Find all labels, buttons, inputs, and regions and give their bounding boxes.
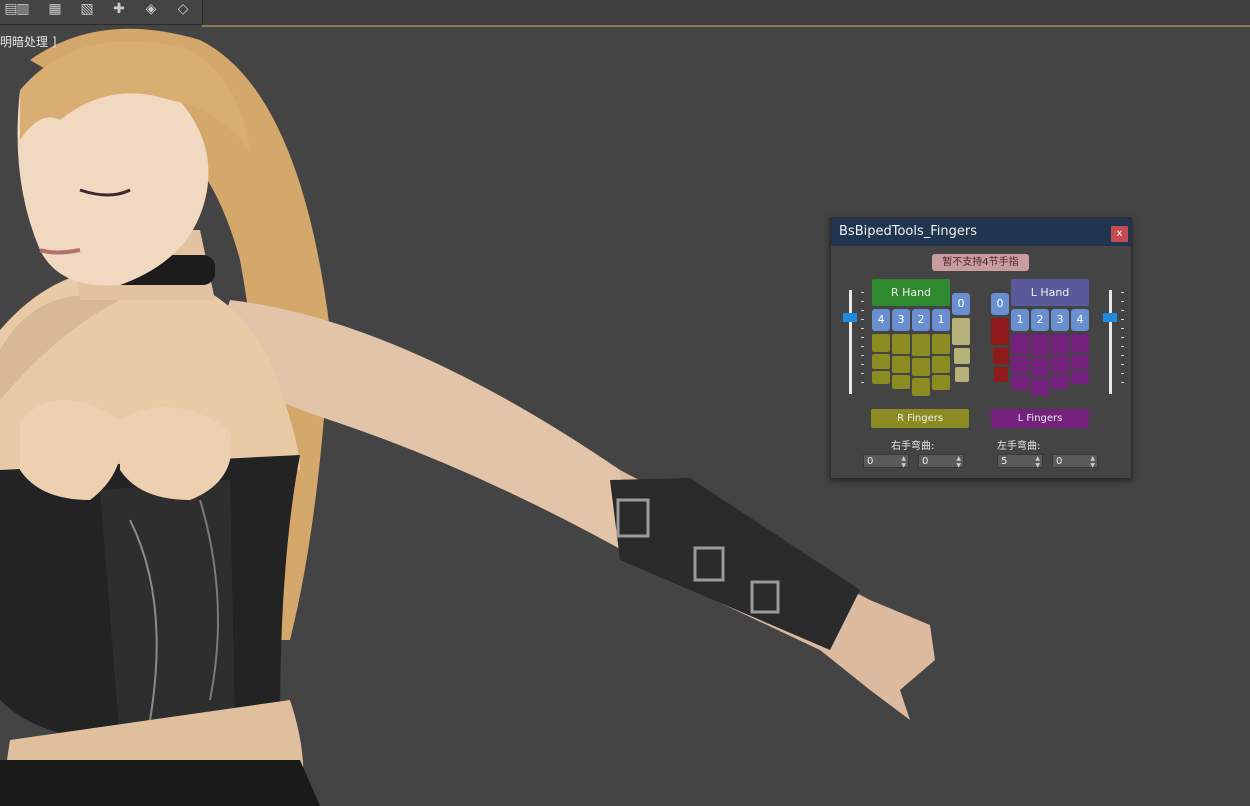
l-finger-4-seg-2[interactable]	[1071, 354, 1089, 369]
l-bend-spinner-1-value[interactable]: 5	[1001, 456, 1007, 467]
r-thumb-seg-3[interactable]	[955, 367, 969, 382]
l-hand-slider-track[interactable]	[1109, 290, 1112, 394]
r-finger-4-button[interactable]: 4	[872, 309, 890, 331]
l-finger-1-seg-3[interactable]	[1011, 375, 1029, 390]
notice-button[interactable]: 暂不支持4节手指	[932, 254, 1029, 271]
r-finger-1-seg-1[interactable]	[932, 334, 950, 354]
r-bend-spinner-1-value[interactable]: 0	[867, 456, 873, 467]
l-thumb-seg-2[interactable]	[993, 348, 1009, 364]
spinner-arrows-icon[interactable]: ▲ ▼	[1090, 455, 1095, 469]
r-finger-2-seg-2[interactable]	[912, 358, 930, 376]
l-hand-bend-label: 左手弯曲:	[997, 441, 1041, 452]
r-finger-2-seg-3[interactable]	[912, 378, 930, 396]
l-finger-2-seg-2[interactable]	[1031, 358, 1049, 376]
r-finger-2-seg-1[interactable]	[912, 334, 930, 356]
r-bend-spinner-2-value[interactable]: 0	[922, 456, 928, 467]
l-bend-spinner-2-value[interactable]: 0	[1056, 456, 1062, 467]
spinner-arrows-icon[interactable]: ▲ ▼	[901, 455, 906, 469]
r-thumb-seg-1[interactable]	[952, 318, 970, 345]
r-hand-slider-track[interactable]	[849, 290, 852, 394]
l-thumb-seg-3[interactable]	[994, 367, 1008, 382]
r-finger-3-seg-3[interactable]	[892, 375, 910, 389]
r-hand-slider-ticks	[861, 292, 865, 392]
spinner-arrows-icon[interactable]: ▲ ▼	[1035, 455, 1040, 469]
l-finger-4-button[interactable]: 4	[1071, 309, 1089, 331]
l-thumb-0-button[interactable]: 0	[991, 293, 1009, 315]
l-finger-4-seg-1[interactable]	[1071, 334, 1089, 352]
r-hand-bend-label: 右手弯曲:	[891, 441, 935, 452]
r-thumb-seg-2[interactable]	[954, 348, 970, 364]
r-finger-1-seg-3[interactable]	[932, 375, 950, 390]
l-finger-2-seg-3[interactable]	[1031, 378, 1049, 396]
r-finger-3-seg-1[interactable]	[892, 334, 910, 354]
dialog-titlebar[interactable]: BsBipedTools_Fingers x	[831, 218, 1131, 246]
r-finger-3-seg-2[interactable]	[892, 356, 910, 373]
l-bend-spinner-1[interactable]: 5 ▲ ▼	[997, 454, 1043, 469]
r-finger-1-seg-2[interactable]	[932, 356, 950, 373]
r-finger-3-button[interactable]: 3	[892, 309, 910, 331]
l-finger-1-seg-2[interactable]	[1011, 356, 1029, 373]
l-bend-spinner-2[interactable]: 0 ▲ ▼	[1052, 454, 1098, 469]
close-button[interactable]: x	[1111, 226, 1128, 242]
l-fingers-button[interactable]: L Fingers	[991, 409, 1089, 428]
l-finger-4-seg-3[interactable]	[1071, 371, 1089, 384]
r-finger-2-button[interactable]: 2	[912, 309, 930, 331]
r-hand-slider-thumb[interactable]	[843, 313, 857, 322]
l-thumb-seg-1[interactable]	[991, 318, 1009, 345]
l-hand-button[interactable]: L Hand	[1011, 279, 1089, 306]
r-finger-4-seg-2[interactable]	[872, 354, 890, 369]
l-finger-1-button[interactable]: 1	[1011, 309, 1029, 331]
r-fingers-button[interactable]: R Fingers	[871, 409, 969, 428]
r-bend-spinner-1[interactable]: 0 ▲ ▼	[863, 454, 909, 469]
l-finger-3-seg-3[interactable]	[1051, 375, 1069, 389]
r-finger-4-seg-3[interactable]	[872, 371, 890, 384]
viewport-shading-label[interactable]: 明暗处理 ]	[0, 33, 57, 50]
dialog-title: BsBipedTools_Fingers	[839, 224, 977, 239]
l-hand-slider-thumb[interactable]	[1103, 313, 1117, 322]
spinner-arrows-icon[interactable]: ▲ ▼	[956, 455, 961, 469]
r-finger-4-seg-1[interactable]	[872, 334, 890, 352]
l-finger-2-seg-1[interactable]	[1031, 334, 1049, 356]
r-finger-1-button[interactable]: 1	[932, 309, 950, 331]
r-thumb-0-button[interactable]: 0	[952, 293, 970, 315]
r-hand-button[interactable]: R Hand	[872, 279, 950, 306]
l-finger-3-seg-1[interactable]	[1051, 334, 1069, 354]
l-finger-3-button[interactable]: 3	[1051, 309, 1069, 331]
l-finger-1-seg-1[interactable]	[1011, 334, 1029, 354]
l-finger-2-button[interactable]: 2	[1031, 309, 1049, 331]
bs-biped-fingers-dialog: BsBipedTools_Fingers x 暂不支持4节手指 R Hand 4…	[830, 217, 1132, 479]
r-bend-spinner-2[interactable]: 0 ▲ ▼	[918, 454, 964, 469]
l-hand-slider-ticks	[1121, 292, 1125, 392]
l-finger-3-seg-2[interactable]	[1051, 356, 1069, 373]
